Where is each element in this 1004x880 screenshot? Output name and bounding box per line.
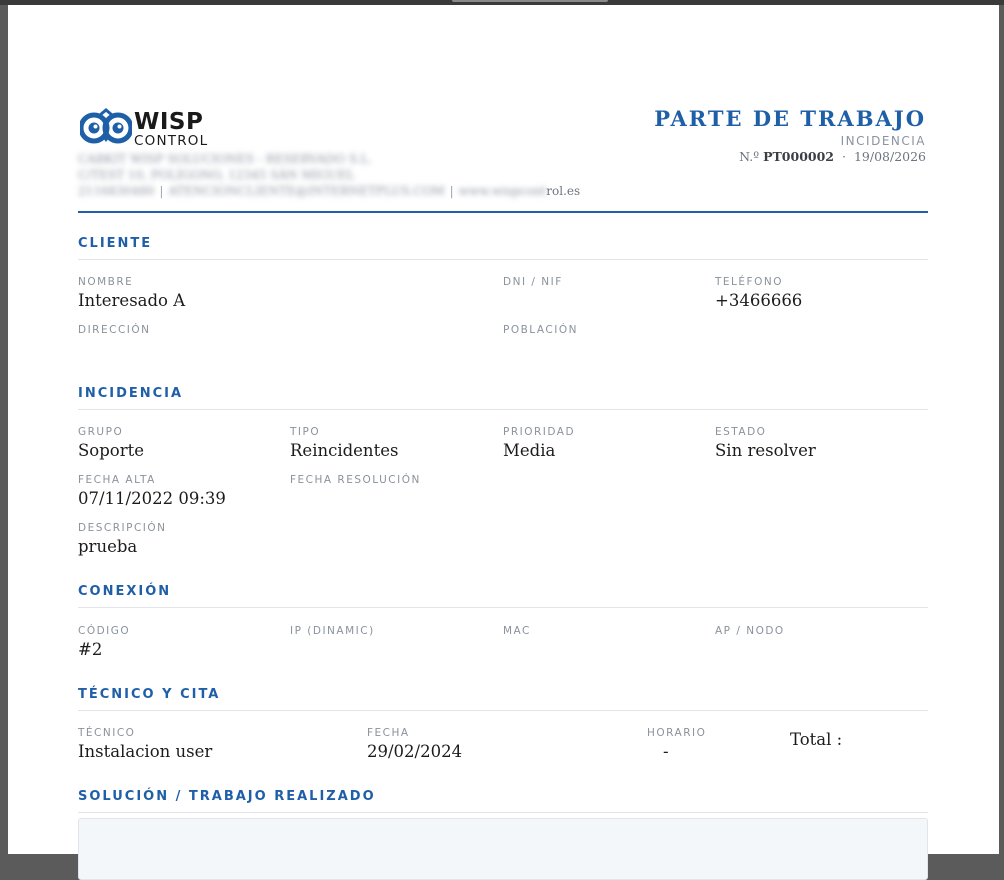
field-value: Reincidentes (290, 441, 399, 460)
field-label: IP (DINAMIC) (290, 625, 375, 637)
owl-logo-icon (78, 108, 134, 144)
field-value: Instalacion user (78, 742, 213, 761)
field-label: POBLACIÓN (503, 324, 578, 336)
logo-wisp-text: WISP (134, 109, 204, 135)
document-number: PT000002 (763, 149, 834, 164)
field-label: FECHA ALTA (78, 474, 156, 486)
document-title: PARTE DE TRABAJO (654, 106, 926, 131)
field-label: TÉCNICO (78, 727, 136, 739)
field-label: ESTADO (715, 426, 767, 438)
field-label: TIPO (290, 426, 321, 438)
field-label: FECHA (367, 727, 410, 739)
field-label: NOMBRE (78, 276, 134, 288)
field-value: 29/02/2024 (367, 742, 463, 761)
field-label: FECHA RESOLUCIÓN (290, 474, 421, 486)
section-title-conexion: CONEXIÓN (78, 584, 928, 608)
field-label: MAC (503, 625, 531, 637)
company-phone: 2116830480 (78, 184, 155, 198)
viewer-tab-indicator (452, 0, 608, 2)
field-grupo: GRUPO Soporte (78, 426, 144, 461)
company-address: C/TEST 10, POLÍGONO, 12345 SÁN MIGUEL (78, 168, 355, 182)
field-prioridad: PRIORIDAD Media (503, 426, 575, 461)
document-content: WISP CONTROL CABKIT WISP SOLUCIONES - RE… (78, 5, 928, 880)
field-codigo: CÓDIGO #2 (78, 625, 130, 660)
field-nombre: NOMBRE Interesado A (78, 276, 185, 311)
company-name: CABKIT WISP SOLUCIONES - RESERVADO S.L. (78, 152, 373, 166)
field-value: Media (503, 441, 556, 460)
field-label: DESCRIPCIÓN (78, 522, 167, 534)
field-mac: MAC (503, 625, 531, 640)
field-label: PRIORIDAD (503, 426, 576, 438)
total-label: Total : (790, 730, 843, 749)
separator: | (159, 184, 164, 198)
field-fecha: FECHA 29/02/2024 (367, 727, 462, 762)
company-web-visible: rol.es (546, 184, 581, 198)
dot-separator: · (841, 149, 846, 164)
company-info: CABKIT WISP SOLUCIONES - RESERVADO S.L. … (78, 151, 580, 199)
company-contact-line: 2116830480 | ATENCIONCLIENTE@INTERNETPLUS.… (78, 183, 580, 199)
field-label: DNI / NIF (503, 276, 563, 288)
field-value: 07/11/2022 09:39 (78, 489, 226, 508)
field-fecha-alta: FECHA ALTA 07/11/2022 09:39 (78, 474, 226, 509)
solution-text-box (78, 818, 928, 880)
field-value: prueba (78, 537, 138, 556)
field-value: #2 (78, 640, 103, 659)
field-direccion: DIRECCIÓN (78, 324, 151, 339)
field-poblacion: POBLACIÓN (503, 324, 578, 339)
field-tipo: TIPO Reincidentes (290, 426, 398, 461)
field-label: DIRECCIÓN (78, 324, 151, 336)
separator: | (449, 184, 454, 198)
field-fecha-resolucion: FECHA RESOLUCIÓN (290, 474, 421, 489)
logo-wordmark: WISP CONTROL (134, 108, 208, 149)
document-page: WISP CONTROL CABKIT WISP SOLUCIONES - RE… (8, 5, 999, 880)
field-value: Interesado A (78, 291, 186, 310)
document-type: INCIDENCIA (840, 134, 926, 148)
document-header: PARTE DE TRABAJO INCIDENCIA N.º PT000002… (654, 107, 926, 165)
field-value: Sin resolver (715, 441, 816, 460)
field-ap-nodo: AP / NODO (715, 625, 785, 640)
field-ip: IP (DINAMIC) (290, 625, 375, 640)
field-descripcion: DESCRIPCIÓN prueba (78, 522, 167, 557)
header-divider (78, 211, 928, 213)
field-horario: HORARIO - (647, 727, 706, 762)
field-label: CÓDIGO (78, 625, 131, 637)
section-title-incidencia: INCIDENCIA (78, 386, 928, 410)
document-date: 19/08/2026 (853, 149, 926, 164)
field-estado: ESTADO Sin resolver (715, 426, 816, 461)
field-label: HORARIO (647, 727, 707, 739)
section-title-tecnico: TÉCNICO Y CITA (78, 687, 928, 711)
field-telefono: TELÉFONO +3466666 (715, 276, 802, 311)
company-logo: WISP CONTROL (78, 108, 210, 149)
document-number-line: N.º PT000002 · 19/08/2026 (654, 149, 926, 165)
number-prefix: N.º (739, 149, 760, 164)
field-label: TELÉFONO (715, 276, 783, 288)
field-label: GRUPO (78, 426, 124, 438)
logo-control-text: CONTROL (134, 133, 209, 149)
field-label: AP / NODO (715, 625, 785, 637)
field-value: Soporte (78, 441, 145, 460)
field-dni: DNI / NIF (503, 276, 563, 291)
section-title-solucion: SOLUCIÓN / TRABAJO REALIZADO (78, 789, 928, 813)
field-value: +3466666 (715, 291, 803, 310)
section-title-cliente: CLIENTE (78, 236, 928, 260)
company-email: ATENCIONCLIENTE@INTERNETPLUS.COM (168, 184, 445, 198)
company-web-hidden: www.wispcont (458, 184, 547, 198)
field-value: - (663, 742, 669, 761)
field-tecnico: TÉCNICO Instalacion user (78, 727, 212, 762)
